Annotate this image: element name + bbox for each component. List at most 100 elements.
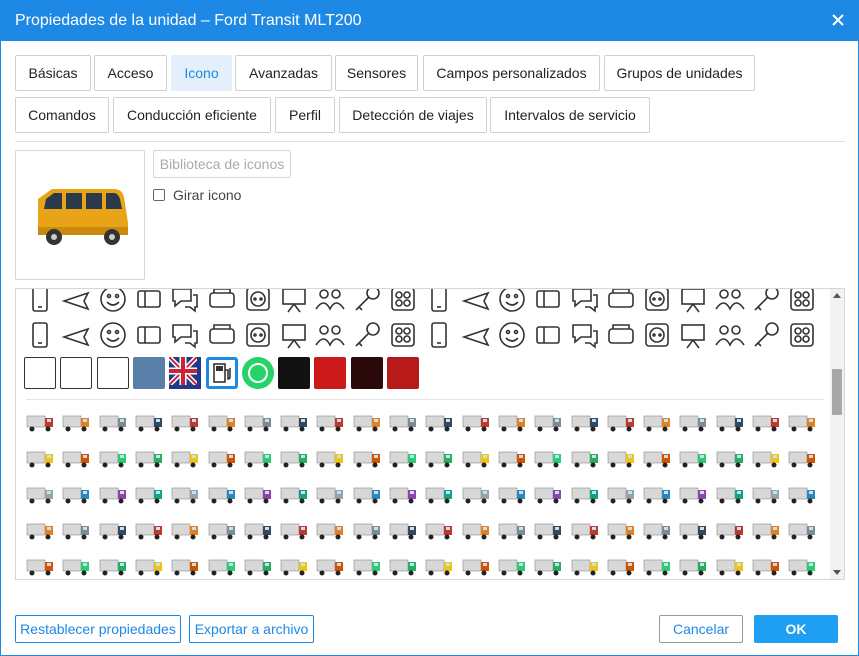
car-swap-icon[interactable]	[60, 357, 93, 389]
vehicle-icon[interactable]	[532, 407, 564, 439]
shirt-icon[interactable]	[169, 288, 201, 315]
vehicle-icon[interactable]	[206, 479, 238, 511]
ticket-icon[interactable]	[133, 319, 165, 351]
vehicle-icon[interactable]	[496, 479, 528, 511]
vehicle-icon[interactable]	[278, 443, 310, 475]
parking-icon[interactable]	[569, 319, 601, 351]
smartphone-icon[interactable]	[24, 319, 56, 351]
key-icon[interactable]	[351, 319, 383, 351]
vehicle-icon[interactable]	[641, 515, 673, 547]
vehicle-icon[interactable]	[97, 407, 129, 439]
smiley-icon[interactable]	[97, 319, 129, 351]
vehicle-icon[interactable]	[532, 479, 564, 511]
piggy-bank-icon[interactable]	[750, 288, 782, 315]
users-icon[interactable]	[314, 319, 346, 351]
rotate-icon-option[interactable]: Girar icono	[153, 187, 241, 203]
close-icon[interactable]	[830, 12, 846, 28]
socket-icon[interactable]	[242, 319, 274, 351]
chat-icon[interactable]	[169, 319, 201, 351]
vehicle-icon[interactable]	[387, 515, 419, 547]
vehicle-icon[interactable]	[569, 479, 601, 511]
vehicle-icon[interactable]	[677, 551, 709, 580]
card-icon[interactable]	[278, 288, 310, 315]
group-icon[interactable]	[532, 288, 564, 315]
vehicle-icon[interactable]	[97, 479, 129, 511]
thermometer-icon[interactable]	[786, 319, 818, 351]
vehicle-icon[interactable]	[786, 479, 818, 511]
vehicle-icon[interactable]	[169, 515, 201, 547]
vehicle-icon[interactable]	[641, 443, 673, 475]
vehicle-icon[interactable]	[206, 443, 238, 475]
vehicle-icon[interactable]	[314, 515, 346, 547]
rocket-icon[interactable]	[750, 319, 782, 351]
vehicle-icon[interactable]	[605, 407, 637, 439]
vehicle-icon[interactable]	[423, 551, 455, 580]
vehicle-icon[interactable]	[677, 407, 709, 439]
uk-flag-icon[interactable]	[167, 355, 202, 389]
vehicle-icon[interactable]	[641, 551, 673, 580]
icon-library-button[interactable]: Biblioteca de iconos	[153, 150, 291, 178]
vehicle-icon[interactable]	[169, 407, 201, 439]
lamp-icon[interactable]	[423, 288, 455, 315]
vehicle-icon[interactable]	[133, 551, 165, 580]
vehicle-icon[interactable]	[314, 443, 346, 475]
whatsapp-icon[interactable]	[241, 357, 274, 389]
boot-icon[interactable]	[314, 357, 347, 389]
printer-icon[interactable]	[641, 319, 673, 351]
mail-icon[interactable]	[641, 288, 673, 315]
vehicle-icon[interactable]	[206, 551, 238, 580]
sign-icon[interactable]	[351, 288, 383, 315]
vehicle-icon[interactable]	[532, 443, 564, 475]
vehicle-icon[interactable]	[169, 479, 201, 511]
tab-sensores[interactable]: Sensores	[335, 55, 418, 91]
medical-icon[interactable]	[714, 288, 746, 315]
vehicle-icon[interactable]	[786, 443, 818, 475]
ok-button[interactable]: OK	[754, 615, 838, 643]
scrollbar-thumb[interactable]	[832, 369, 842, 415]
vehicle-icon[interactable]	[351, 515, 383, 547]
vehicle-icon[interactable]	[460, 407, 492, 439]
vehicle-icon[interactable]	[496, 443, 528, 475]
couch-icon[interactable]	[206, 319, 238, 351]
vehicle-icon[interactable]	[605, 551, 637, 580]
vehicle-icon[interactable]	[387, 443, 419, 475]
vehicle-icon[interactable]	[641, 479, 673, 511]
vehicle-icon[interactable]	[569, 443, 601, 475]
location-icon[interactable]	[532, 319, 564, 351]
vehicle-icon[interactable]	[460, 479, 492, 511]
vehicle-icon[interactable]	[278, 479, 310, 511]
presentation-icon[interactable]	[278, 319, 310, 351]
tab-conduccion-eficiente[interactable]: Conducción eficiente	[113, 97, 271, 133]
skull-icon[interactable]	[278, 357, 311, 389]
tab-grupos-de-unidades[interactable]: Grupos de unidades	[604, 55, 755, 91]
vehicle-icon[interactable]	[387, 551, 419, 580]
person-icon[interactable]	[569, 288, 601, 315]
calendar-truck-icon[interactable]	[96, 357, 129, 389]
reset-properties-button[interactable]: Restablecer propiedades	[15, 615, 181, 643]
gallery-scrollbar[interactable]	[830, 289, 844, 579]
vehicle-icon[interactable]	[786, 551, 818, 580]
vehicle-icon[interactable]	[60, 551, 92, 580]
vehicle-icon[interactable]	[24, 479, 56, 511]
vehicle-icon[interactable]	[133, 479, 165, 511]
vehicle-icon[interactable]	[496, 515, 528, 547]
weather-icon[interactable]	[24, 288, 56, 315]
vehicle-icon[interactable]	[750, 443, 782, 475]
tab-basicas[interactable]: Básicas	[15, 55, 91, 91]
blue-car-icon[interactable]	[132, 357, 165, 389]
tab-perfil[interactable]: Perfil	[275, 97, 335, 133]
vehicle-icon[interactable]	[242, 407, 274, 439]
coins-icon[interactable]	[314, 288, 346, 315]
vehicle-icon[interactable]	[786, 407, 818, 439]
tab-icono[interactable]: Icono	[171, 55, 232, 91]
vehicle-icon[interactable]	[24, 551, 56, 580]
vehicle-icon[interactable]	[569, 407, 601, 439]
vehicle-icon[interactable]	[60, 515, 92, 547]
yin-yang-icon[interactable]	[206, 288, 238, 315]
vehicle-icon[interactable]	[314, 479, 346, 511]
vehicle-icon[interactable]	[605, 443, 637, 475]
fuel-station-icon[interactable]	[205, 357, 238, 389]
vehicle-icon[interactable]	[750, 551, 782, 580]
vehicle-icon[interactable]	[605, 515, 637, 547]
puzzle-icon[interactable]	[677, 319, 709, 351]
